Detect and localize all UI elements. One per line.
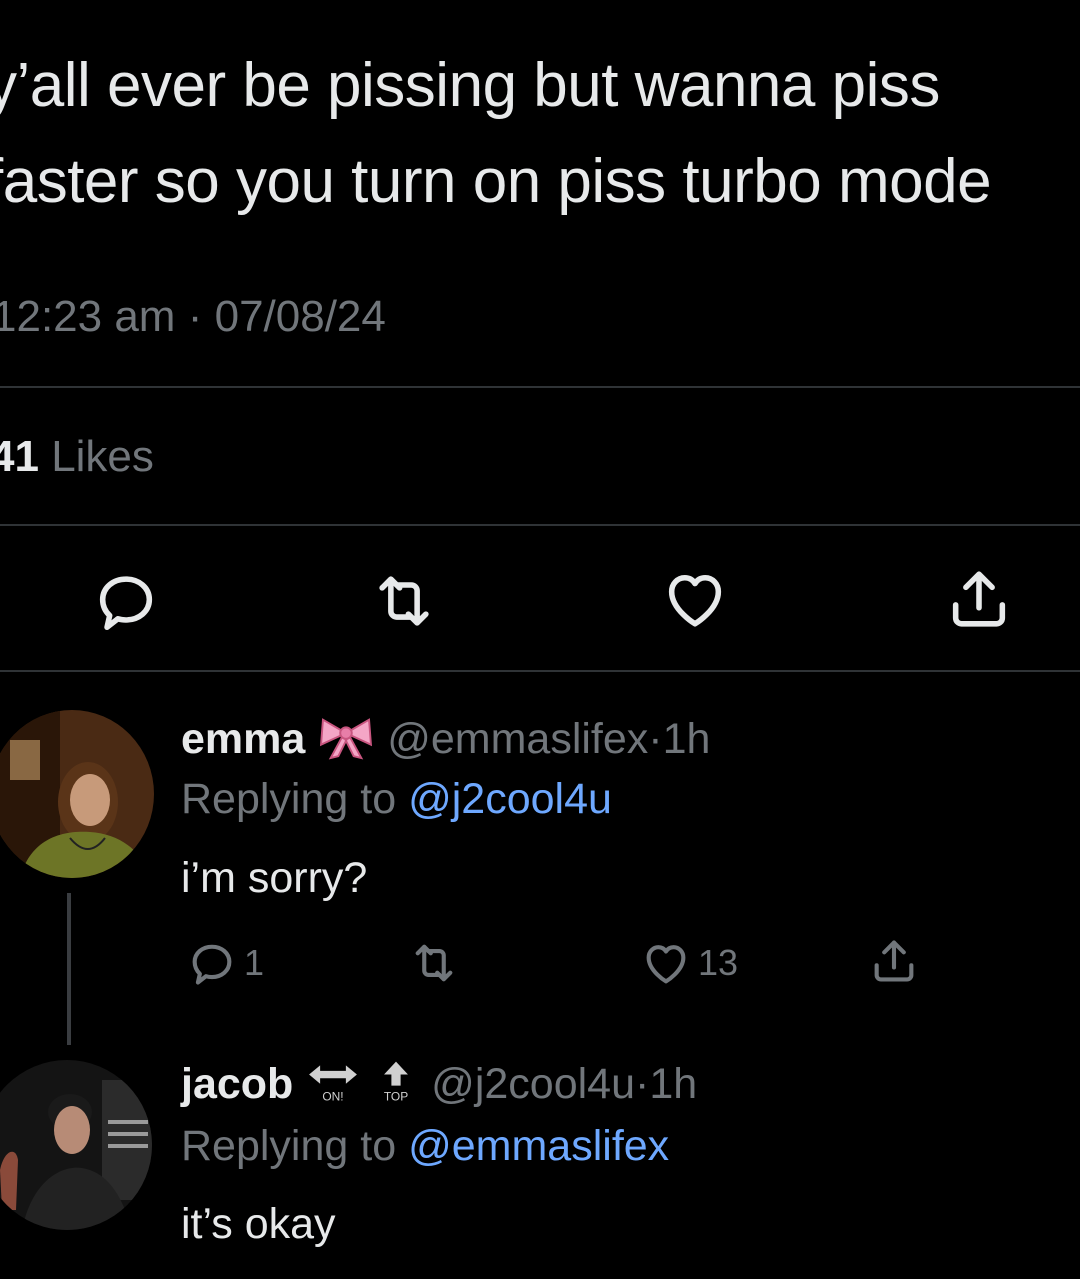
display-name[interactable]: emma xyxy=(181,715,305,763)
tweet-time: 12:23 am xyxy=(0,292,176,341)
reply-button[interactable] xyxy=(91,566,161,636)
dot-separator: · xyxy=(635,1059,650,1108)
user-handle[interactable]: @j2cool4u xyxy=(431,1060,635,1108)
divider xyxy=(0,670,1080,672)
timestamp-separator: · xyxy=(187,292,203,341)
reply-count: 1 xyxy=(244,942,265,983)
divider xyxy=(0,386,1080,388)
left-right-arrow-icon: ON! xyxy=(305,1058,361,1115)
tweet-date: 07/08/24 xyxy=(214,292,386,341)
share-button[interactable] xyxy=(944,564,1014,634)
reply-age[interactable]: 1h xyxy=(663,715,711,763)
replying-to: Replying to @emmaslifex xyxy=(181,1121,669,1171)
retweet-button[interactable] xyxy=(408,935,460,991)
reply-header: emma @emmaslifex·1h xyxy=(181,712,710,771)
tweet-text-line-1: y’all ever be pissing but wanna piss xyxy=(0,51,940,120)
like-button[interactable]: 13 xyxy=(640,935,738,991)
user-handle[interactable]: @emmaslifex xyxy=(387,715,648,763)
dot-separator: · xyxy=(648,714,663,763)
reply-header: jacob ON! TOP @j2cool4u·1h xyxy=(181,1058,697,1115)
tweet-text-line-2: faster so you turn on piss turbo mode xyxy=(0,147,992,216)
like-button[interactable] xyxy=(660,564,730,634)
heart-icon xyxy=(668,574,722,627)
avatar-image xyxy=(0,1060,152,1230)
heart-icon xyxy=(646,945,686,984)
retweet-icon xyxy=(415,944,453,982)
mention-link[interactable]: @emmaslifex xyxy=(408,1122,669,1170)
retweet-icon xyxy=(379,576,429,626)
on-text: ON! xyxy=(323,1089,344,1103)
replying-to: Replying to @j2cool4u xyxy=(181,774,612,824)
up-arrow-icon: TOP xyxy=(373,1058,419,1115)
display-name[interactable]: jacob xyxy=(181,1060,293,1108)
likes-stat[interactable]: 41 Likes xyxy=(0,432,154,482)
avatar[interactable] xyxy=(0,710,154,878)
likes-count: 41 xyxy=(0,432,39,481)
share-button[interactable] xyxy=(868,933,920,989)
avatar[interactable] xyxy=(0,1060,152,1230)
share-icon xyxy=(874,940,914,982)
tweet-text: y’all ever be pissing but wanna piss fas… xyxy=(0,38,1080,230)
mention-link[interactable]: @j2cool4u xyxy=(408,775,612,823)
likes-label: Likes xyxy=(51,432,154,481)
replying-prefix: Replying to xyxy=(181,775,397,823)
divider xyxy=(0,524,1080,526)
reply-icon xyxy=(192,944,232,985)
retweet-button[interactable] xyxy=(369,566,439,636)
reply-button[interactable]: 1 xyxy=(186,935,264,991)
reply-text: i’m sorry? xyxy=(181,854,368,902)
avatar-image xyxy=(0,710,154,878)
thread-line xyxy=(67,893,71,1045)
tweet-timestamp[interactable]: 12:23 am · 07/08/24 xyxy=(0,292,386,342)
replying-prefix: Replying to xyxy=(181,1122,397,1170)
top-text: TOP xyxy=(384,1089,408,1103)
reply-age[interactable]: 1h xyxy=(649,1060,697,1108)
reply-text: it’s okay xyxy=(181,1200,336,1248)
share-icon xyxy=(952,571,1006,627)
reply-icon xyxy=(99,576,153,631)
like-count: 13 xyxy=(698,942,739,983)
ribbon-icon xyxy=(317,712,375,771)
